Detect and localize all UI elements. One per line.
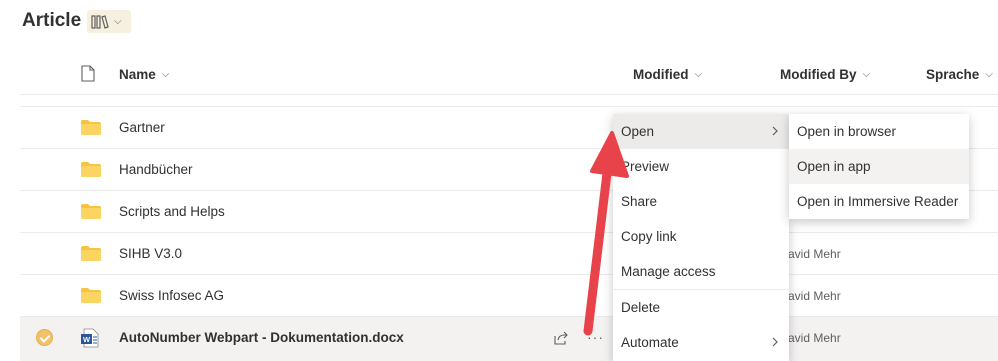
folder-icon — [81, 162, 101, 177]
context-menu: Open Preview Share Copy link Manage acce… — [613, 114, 789, 361]
column-header-name-label: Name — [119, 67, 156, 82]
chevron-down-icon: ⌵ — [114, 16, 122, 27]
row-modified-by: avid Mehr — [788, 289, 841, 303]
column-header-modified[interactable]: Modified ⌵ — [633, 67, 702, 82]
table-row[interactable]: SIHB V3.0 avid Mehr — [20, 233, 998, 275]
table-row[interactable]: Swiss Infosec AG avid Mehr — [20, 275, 998, 317]
page-title: Article — [22, 10, 82, 31]
chevron-down-icon: ⌵ — [862, 69, 871, 80]
library-books-icon — [91, 14, 109, 29]
chevron-down-icon: ⌵ — [985, 69, 993, 80]
row-name[interactable]: Handbücher — [119, 162, 193, 177]
menu-item-label: Delete — [621, 300, 661, 315]
submenu-item-open-in-app[interactable]: Open in app — [789, 149, 969, 184]
row-name[interactable]: AutoNumber Webpart - Dokumentation.docx — [119, 330, 404, 345]
folder-icon — [81, 288, 101, 303]
submenu-item-open-in-immersive-reader[interactable]: Open in Immersive Reader — [789, 184, 969, 219]
menu-item-automate[interactable]: Automate — [613, 325, 789, 360]
column-header-modified-by-label: Modified By — [780, 67, 857, 82]
column-header-name[interactable]: Name ⌵ — [119, 67, 169, 82]
file-type-header-icon[interactable] — [81, 65, 95, 87]
row-name[interactable]: Swiss Infosec AG — [119, 288, 224, 303]
column-header-modified-by[interactable]: Modified By ⌵ — [780, 67, 870, 82]
row-modified-by: avid Mehr — [788, 247, 841, 261]
row-name[interactable]: Gartner — [119, 120, 165, 135]
chevron-down-icon: ⌵ — [161, 69, 170, 80]
menu-item-delete[interactable]: Delete — [613, 290, 789, 325]
folder-icon — [81, 120, 101, 135]
word-document-icon: W — [81, 328, 99, 348]
column-header-modified-label: Modified — [633, 67, 689, 82]
menu-item-manage-access[interactable]: Manage access — [613, 254, 789, 289]
open-submenu: Open in browser Open in app Open in Imme… — [789, 114, 969, 219]
submenu-item-label: Open in Immersive Reader — [797, 194, 959, 209]
row-name[interactable]: Scripts and Helps — [119, 204, 225, 219]
menu-item-share[interactable]: Share — [613, 184, 789, 219]
submenu-item-label: Open in browser — [797, 124, 897, 139]
menu-item-label: Copy link — [621, 229, 677, 244]
column-header-sprache[interactable]: Sprache ⌵ — [926, 67, 993, 82]
row-modified-by: avid Mehr — [788, 331, 841, 345]
submenu-item-label: Open in app — [797, 159, 871, 174]
menu-item-label: Automate — [621, 335, 679, 350]
menu-item-open[interactable]: Open — [613, 114, 789, 149]
share-icon[interactable] — [553, 330, 569, 346]
menu-item-label: Share — [621, 194, 658, 209]
table-row-selected[interactable]: W AutoNumber Webpart - Dokumentation.doc… — [20, 317, 998, 361]
row-name[interactable]: SIHB V3.0 — [119, 246, 182, 261]
library-switcher-button[interactable]: ⌵ — [87, 10, 131, 33]
chevron-right-icon — [772, 126, 778, 136]
submenu-item-open-in-browser[interactable]: Open in browser — [789, 114, 969, 149]
column-header-row: Name ⌵ Modified ⌵ Modified By ⌵ Sprache … — [20, 55, 998, 95]
menu-item-copy-link[interactable]: Copy link — [613, 219, 789, 254]
menu-item-label: Preview — [621, 159, 670, 174]
chevron-down-icon: ⌵ — [694, 69, 703, 80]
folder-icon — [81, 204, 101, 219]
folder-icon — [81, 246, 101, 261]
menu-item-label: Open — [621, 124, 655, 139]
menu-item-preview[interactable]: Preview — [613, 149, 789, 184]
more-options-icon[interactable]: ··· — [587, 329, 604, 345]
svg-text:W: W — [83, 335, 91, 344]
chevron-right-icon — [772, 337, 778, 347]
menu-item-label: Manage access — [621, 264, 716, 279]
column-header-sprache-label: Sprache — [926, 67, 980, 82]
row-selected-checkmark-icon[interactable] — [36, 329, 53, 346]
